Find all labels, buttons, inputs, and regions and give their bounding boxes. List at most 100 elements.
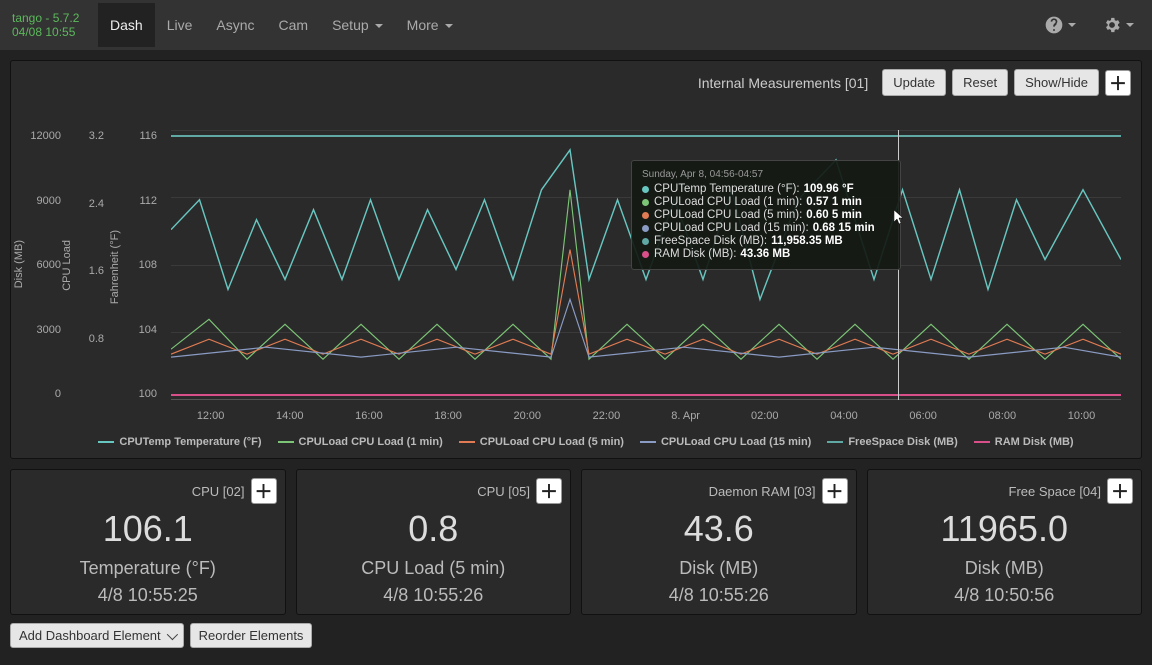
y-tick: 112 (117, 195, 157, 207)
y-tick: 3000 (21, 324, 61, 336)
brand-timestamp: 04/08 10:55 (12, 25, 90, 39)
y-tick: 6000 (21, 259, 61, 271)
plus-icon: ＋ (1111, 478, 1129, 504)
navbar: tango - 5.7.2 04/08 10:55 Dash Live Asyn… (0, 0, 1152, 50)
x-tick: 8. Apr (646, 410, 725, 422)
tooltip-time: Sunday, Apr 8, 04:56-04:57 (642, 169, 890, 180)
y-tick: 2.4 (69, 198, 104, 210)
gear-icon (1102, 15, 1122, 35)
y-tick: 0.8 (69, 333, 104, 345)
showhide-button[interactable]: Show/Hide (1014, 69, 1099, 96)
tab-setup[interactable]: Setup (320, 3, 395, 47)
help-button[interactable] (1034, 7, 1086, 43)
tooltip-row: CPULoad CPU Load (15 min):0.68 15 min (642, 222, 890, 234)
card-header: Daemon RAM [03] ＋ (590, 478, 848, 504)
card-value: 106.1 (19, 508, 277, 550)
x-tick: 12:00 (171, 410, 250, 422)
plus-icon: ＋ (540, 478, 558, 504)
tab-cam[interactable]: Cam (267, 3, 321, 47)
chart-legend: CPUTemp Temperature (°F) CPULoad CPU Load… (21, 430, 1131, 450)
y-tick: 3.2 (69, 130, 104, 142)
tab-live[interactable]: Live (155, 3, 205, 47)
card-title: CPU [02] (192, 484, 245, 499)
tooltip-row: FreeSpace Disk (MB):11,958.35 MB (642, 235, 890, 247)
expand-card-button[interactable]: ＋ (1107, 478, 1133, 504)
chevron-down-icon (1068, 23, 1076, 27)
x-tick: 06:00 (884, 410, 963, 422)
y-tick: 9000 (21, 195, 61, 207)
y-tick: 104 (117, 324, 157, 336)
y-tick: 12000 (21, 130, 61, 142)
card-title: CPU [05] (477, 484, 530, 499)
legend-item[interactable]: CPULoad CPU Load (15 min) (640, 436, 811, 448)
chart-header: Internal Measurements [01] Update Reset … (21, 69, 1131, 96)
brand: tango - 5.7.2 04/08 10:55 (8, 11, 98, 40)
add-element-label: Add Dashboard Element (19, 628, 161, 643)
metric-card: Daemon RAM [03] ＋ 43.6 Disk (MB) 4/8 10:… (581, 469, 857, 615)
chart-title: Internal Measurements [01] (698, 75, 868, 91)
metric-card: CPU [02] ＋ 106.1 Temperature (°F) 4/8 10… (10, 469, 286, 615)
expand-card-button[interactable]: ＋ (251, 478, 277, 504)
x-tick: 10:00 (1042, 410, 1121, 422)
tab-async[interactable]: Async (204, 3, 266, 47)
chart-body[interactable]: Disk (MB) CPU Load Fahrenheit (°F) 12000… (21, 100, 1131, 430)
y-tick: 116 (117, 130, 157, 142)
y-axis-3: 116 112 108 104 100 (117, 130, 157, 400)
x-tick: 02:00 (725, 410, 804, 422)
x-tick: 16:00 (329, 410, 408, 422)
plus-icon: ＋ (255, 478, 273, 504)
legend-item[interactable]: FreeSpace Disk (MB) (827, 436, 957, 448)
legend-item[interactable]: CPULoad CPU Load (1 min) (278, 436, 443, 448)
tooltip-row: RAM Disk (MB):43.36 MB (642, 248, 890, 260)
card-value: 43.6 (590, 508, 848, 550)
help-icon (1044, 15, 1064, 35)
x-axis: 12:0014:0016:0018:0020:0022:008. Apr02:0… (171, 410, 1121, 422)
y-tick: 1.6 (69, 265, 104, 277)
card-time: 4/8 10:55:26 (305, 585, 563, 606)
reset-button[interactable]: Reset (952, 69, 1008, 96)
x-tick: 22:00 (567, 410, 646, 422)
brand-name: tango - 5.7.2 (12, 11, 90, 25)
plus-icon: ＋ (826, 478, 844, 504)
card-title: Free Space [04] (1009, 484, 1102, 499)
tooltip-row: CPUTemp Temperature (°F):109.96 °F (642, 183, 890, 195)
update-button[interactable]: Update (882, 69, 946, 96)
card-label: CPU Load (5 min) (305, 558, 563, 579)
card-header: CPU [05] ＋ (305, 478, 563, 504)
settings-button[interactable] (1092, 7, 1144, 43)
x-tick: 04:00 (804, 410, 883, 422)
y-tick: 108 (117, 259, 157, 271)
chevron-down-icon (166, 628, 177, 639)
expand-card-button[interactable]: ＋ (822, 478, 848, 504)
cards-row: CPU [02] ＋ 106.1 Temperature (°F) 4/8 10… (10, 469, 1142, 615)
chart-panel: Internal Measurements [01] Update Reset … (10, 60, 1142, 459)
tab-more[interactable]: More (395, 3, 465, 47)
x-tick: 08:00 (963, 410, 1042, 422)
x-tick: 20:00 (488, 410, 567, 422)
legend-item[interactable]: RAM Disk (MB) (974, 436, 1074, 448)
card-value: 0.8 (305, 508, 563, 550)
nav-tabs: Dash Live Async Cam Setup More (98, 3, 465, 47)
y-axis-2: 3.2 2.4 1.6 0.8 (69, 130, 104, 400)
reorder-elements-button[interactable]: Reorder Elements (190, 623, 313, 648)
chevron-down-icon (1126, 23, 1134, 27)
add-element-dropdown[interactable]: Add Dashboard Element (10, 623, 184, 648)
bottom-bar: Add Dashboard Element Reorder Elements (10, 623, 1142, 648)
chart-tooltip: Sunday, Apr 8, 04:56-04:57 CPUTemp Tempe… (631, 160, 901, 270)
tab-dash[interactable]: Dash (98, 3, 155, 47)
metric-card: CPU [05] ＋ 0.8 CPU Load (5 min) 4/8 10:5… (296, 469, 572, 615)
tooltip-row: CPULoad CPU Load (5 min):0.60 5 min (642, 209, 890, 221)
legend-item[interactable]: CPUTemp Temperature (°F) (98, 436, 261, 448)
expand-card-button[interactable]: ＋ (536, 478, 562, 504)
expand-chart-button[interactable]: ＋ (1105, 70, 1131, 96)
metric-card: Free Space [04] ＋ 11965.0 Disk (MB) 4/8 … (867, 469, 1143, 615)
legend-item[interactable]: CPULoad CPU Load (5 min) (459, 436, 624, 448)
card-time: 4/8 10:55:25 (19, 585, 277, 606)
card-value: 11965.0 (876, 508, 1134, 550)
card-title: Daemon RAM [03] (709, 484, 816, 499)
card-header: Free Space [04] ＋ (876, 478, 1134, 504)
card-label: Disk (MB) (590, 558, 848, 579)
y-axis-1: 12000 9000 6000 3000 0 (21, 130, 61, 400)
tooltip-row: CPULoad CPU Load (1 min):0.57 1 min (642, 196, 890, 208)
card-time: 4/8 10:50:56 (876, 585, 1134, 606)
